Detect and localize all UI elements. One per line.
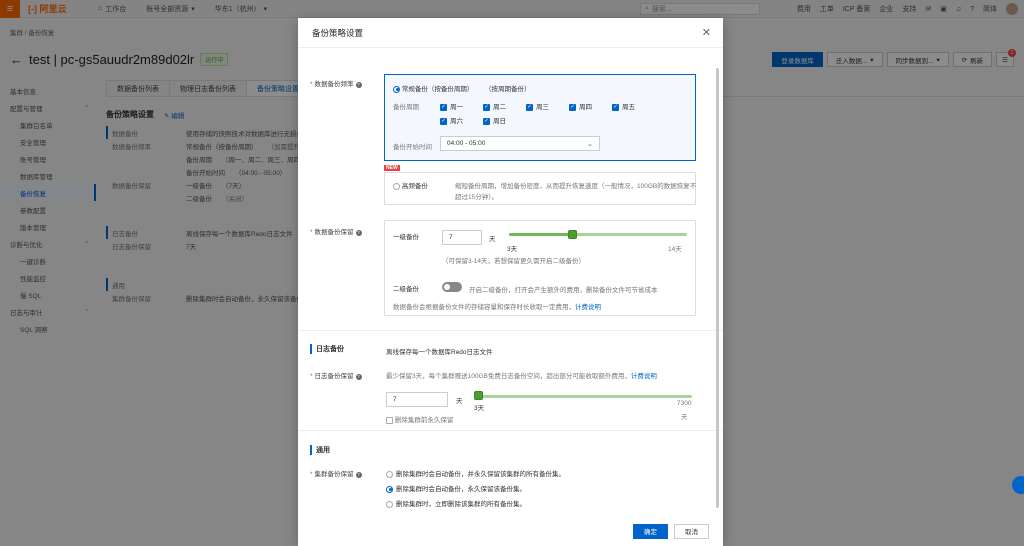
checkbox[interactable]: ✓ [483,103,490,111]
keep-forever-checkbox[interactable] [386,416,393,424]
log-slider-track[interactable] [474,395,692,398]
backup-policy-dialog: 备份策略设置 ✕ * 数据备份频率? 常规备份（按备份周期） （按周期备份） 备份… [298,18,723,546]
regular-backup-radio[interactable] [393,85,400,93]
day-checkbox[interactable]: ✓ 周四 [569,101,592,111]
new-tag: NEW [384,165,400,171]
checkbox[interactable]: ✓ [483,117,490,125]
l2-toggle[interactable] [442,282,462,292]
cluster-retain-label: * 集群备份保留? [310,471,362,478]
dialog-header: 备份策略设置 ✕ [298,18,723,48]
retention-card: 一级备份 7 天 3天 14天 （可保留3-14天，若想保留更久需开启二级备份）… [384,220,696,316]
cancel-button[interactable]: 取消 [674,523,709,539]
l1-slider-fill [509,233,573,236]
billing-link[interactable]: 计费说明 [575,304,601,311]
day-checkbox[interactable]: ✓ 周三 [526,101,549,111]
checkbox[interactable]: ✓ [569,103,576,111]
radio[interactable] [386,470,393,478]
log-days-input[interactable]: 7 [386,392,448,407]
log-slider-thumb[interactable] [474,391,483,400]
radio[interactable] [386,485,393,493]
log-backup-heading: 日志备份 [310,344,344,354]
dialog-footer: 确定 取消 [298,516,723,546]
day-checkbox[interactable]: ✓ 周六 [440,115,463,125]
cluster-retain-option[interactable]: 删除集群时会自动备份，永久保留该备份集。 [386,483,526,493]
help-icon[interactable]: ? [355,472,362,478]
day-checkbox[interactable]: ✓ 周五 [612,101,635,111]
checkbox[interactable]: ✓ [526,103,533,111]
day-checkbox[interactable]: ✓ 周日 [483,115,506,125]
cluster-retain-option[interactable]: 删除集群时会自动备份，并永久保留该集群的所有备份集。 [386,468,565,478]
dialog-title: 备份策略设置 [312,27,364,38]
help-icon[interactable]: ? [355,230,362,236]
ok-button[interactable]: 确定 [633,523,668,539]
l1-days-input[interactable]: 7 [442,230,482,245]
chevron-down-icon: ⌄ [587,140,593,148]
high-freq-backup-card[interactable]: 高频备份 缩短备份周期，增加备份密度，从而提升恢复速度（一般情况，100GB的数… [384,172,696,205]
regular-backup-card[interactable]: 常规备份（按备份周期） （按周期备份） 备份周期 ✓ 周一 ✓ 周二 ✓ 周三 ✓ 周四 ✓ 周五… [384,74,696,161]
log-billing-link[interactable]: 计费说明 [631,373,657,380]
retain-label: * 数据备份保留? [310,229,362,236]
cluster-retain-option[interactable]: 删除集群时，立即删除该集群的所有备份集。 [386,498,526,508]
general-heading: 通用 [310,445,330,455]
floating-help-button[interactable] [1012,476,1024,494]
day-checkbox[interactable]: ✓ 周一 [440,101,463,111]
freq-label: * 数据备份频率? [310,81,362,88]
dialog-scrollbar[interactable] [716,68,719,508]
checkbox[interactable]: ✓ [440,103,447,111]
l1-slider-thumb[interactable] [568,230,577,239]
radio[interactable] [386,500,393,508]
day-checkbox[interactable]: ✓ 周二 [483,101,506,111]
high-freq-radio[interactable] [393,182,400,190]
checkbox[interactable]: ✓ [612,103,619,111]
log-retain-label: * 日志备份保留? [310,373,362,380]
dialog-body: * 数据备份频率? 常规备份（按备份周期） （按周期备份） 备份周期 ✓ 周一 ✓ 周二… [298,48,723,516]
help-icon[interactable]: ? [355,82,362,88]
close-icon[interactable]: ✕ [702,26,711,39]
help-icon[interactable]: ? [355,374,362,380]
checkbox[interactable]: ✓ [440,117,447,125]
start-time-select[interactable]: 04:00 - 05:00 ⌄ [440,136,600,151]
